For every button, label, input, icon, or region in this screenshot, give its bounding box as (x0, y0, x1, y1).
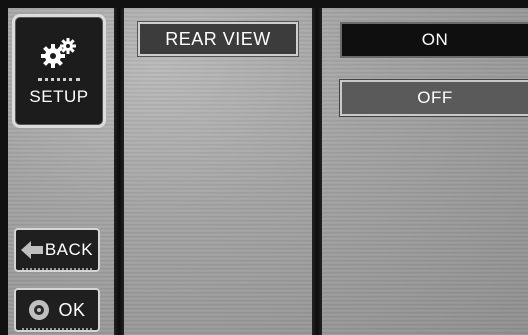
column-divider-left (114, 8, 124, 335)
setup-label: SETUP (29, 86, 89, 106)
ok-label: OK (58, 299, 86, 320)
arrow-left-icon (20, 241, 43, 259)
column-divider-right (312, 8, 322, 335)
ok-button[interactable]: OK (14, 288, 100, 332)
on-option-button[interactable]: ON (340, 22, 528, 58)
rear-view-label: REAR VIEW (165, 28, 271, 49)
rear-view-menu-item[interactable]: REAR VIEW (137, 21, 299, 57)
off-option-button[interactable]: OFF (339, 79, 528, 117)
setup-button[interactable]: SETUP (12, 14, 106, 128)
back-label: BACK (44, 240, 94, 259)
back-dotted-underline (22, 268, 92, 270)
ok-dotted-underline (22, 328, 92, 330)
back-button[interactable]: BACK (14, 228, 100, 272)
gears-icon (41, 37, 76, 68)
on-option-label: ON (421, 30, 449, 49)
disc-icon (29, 300, 50, 320)
setup-dotted-separator (38, 77, 80, 81)
screen-frame-top (0, 0, 528, 8)
off-option-label: OFF (417, 88, 453, 107)
screen-frame-left (0, 0, 8, 335)
